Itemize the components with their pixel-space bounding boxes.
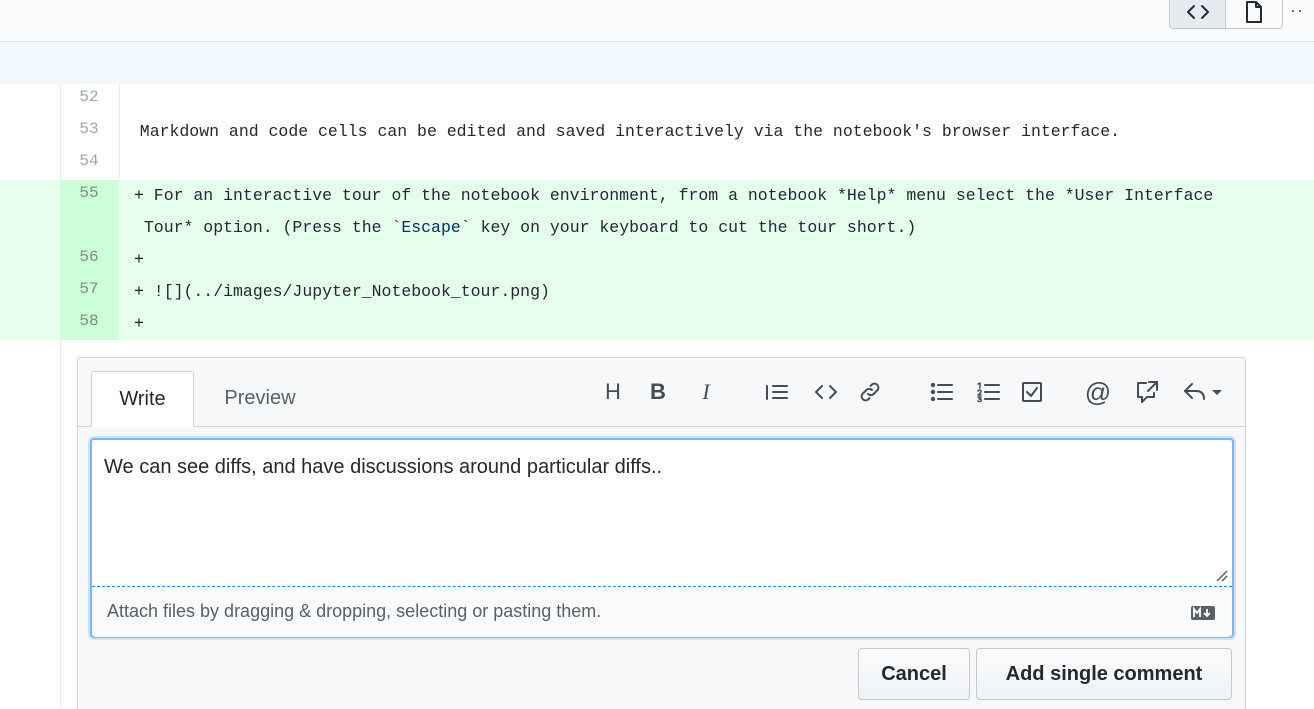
- tab-preview[interactable]: Preview: [208, 371, 312, 426]
- file-icon: [1246, 0, 1262, 23]
- code-icon: [815, 385, 837, 399]
- line-code: + ![](../images/Jupyter_Notebook_tour.pn…: [134, 282, 550, 301]
- more-options-icon[interactable]: ··: [1290, 0, 1304, 21]
- diff-line-added: 55 + For an interactive tour of the note…: [0, 180, 1314, 244]
- task-list-button[interactable]: [1014, 374, 1050, 410]
- rich-view-button[interactable]: [1226, 0, 1283, 29]
- reply-button[interactable]: [1178, 374, 1230, 410]
- diff-line-added: 57 + ![](../images/Jupyter_Notebook_tour…: [0, 276, 1314, 308]
- link-icon: [860, 382, 880, 402]
- line-code-text: key on your keyboard to cut the tour sho…: [470, 218, 917, 237]
- reference-button[interactable]: [1129, 374, 1165, 410]
- code-button[interactable]: [808, 374, 844, 410]
- bold-button[interactable]: B: [640, 374, 676, 410]
- heading-button[interactable]: H: [595, 374, 631, 410]
- view-toggle-group: [1169, 0, 1283, 29]
- unordered-list-button[interactable]: [924, 374, 960, 410]
- diff-line: 54: [0, 148, 1314, 180]
- line-code-wrap: Tour* option. (Press the `Escape` key on…: [134, 218, 916, 237]
- line-code: +: [134, 250, 144, 269]
- attach-hint: Attach files by dragging & dropping, sel…: [107, 601, 602, 621]
- diff-line-added: 58 +: [0, 308, 1314, 340]
- line-code: + For an interactive tour of the noteboo…: [134, 186, 1214, 205]
- comment-text[interactable]: We can see diffs, and have discussions a…: [104, 456, 662, 479]
- bold-icon: B: [650, 379, 666, 404]
- line-number[interactable]: 54: [60, 152, 118, 170]
- file-attach-dropzone[interactable]: Attach files by dragging & dropping, sel…: [92, 586, 1232, 637]
- line-code: Markdown and code cells can be edited an…: [120, 122, 1121, 141]
- hunk-header: [0, 42, 1314, 84]
- mention-button[interactable]: @: [1080, 374, 1116, 410]
- markdown-icon[interactable]: [1190, 605, 1216, 621]
- mention-icon: @: [1084, 376, 1112, 407]
- ordered-list-icon: [977, 382, 1000, 403]
- add-single-comment-button[interactable]: Add single comment: [976, 648, 1232, 700]
- quote-icon: [766, 385, 788, 400]
- line-number[interactable]: 56: [60, 244, 118, 276]
- cross-reference-icon: [1137, 381, 1158, 403]
- tab-write[interactable]: Write: [91, 371, 194, 427]
- line-number[interactable]: 57: [60, 276, 118, 308]
- inline-code: `Escape`: [391, 218, 471, 237]
- italic-icon: I: [702, 379, 710, 404]
- line-code: +: [134, 314, 144, 333]
- line-number[interactable]: 58: [60, 308, 118, 340]
- ordered-list-button[interactable]: [971, 374, 1007, 410]
- code-icon: [1186, 4, 1209, 19]
- unordered-list-icon: [930, 382, 953, 402]
- line-number[interactable]: 53: [60, 120, 118, 138]
- heading-icon: H: [605, 379, 621, 404]
- resize-handle-icon[interactable]: [1216, 570, 1228, 582]
- comment-textarea[interactable]: We can see diffs, and have discussions a…: [90, 438, 1234, 638]
- reply-icon: [1184, 383, 1222, 400]
- line-number[interactable]: 52: [60, 88, 118, 106]
- code-view-button[interactable]: [1169, 0, 1226, 29]
- quote-button[interactable]: [759, 374, 795, 410]
- comment-tabs: Write Preview H B I @: [78, 358, 1245, 427]
- diff-line: 53 Markdown and code cells can be edited…: [0, 116, 1314, 148]
- line-number[interactable]: 55: [60, 180, 118, 244]
- diff-line-added: 56 +: [0, 244, 1314, 276]
- line-code-text: Tour* option. (Press the: [134, 218, 392, 237]
- cancel-button[interactable]: Cancel: [858, 648, 970, 700]
- italic-button[interactable]: I: [688, 374, 724, 410]
- task-list-icon: [1022, 382, 1042, 402]
- file-header: ··: [0, 0, 1314, 42]
- diff-line: 52: [0, 84, 1314, 116]
- link-button[interactable]: [852, 374, 888, 410]
